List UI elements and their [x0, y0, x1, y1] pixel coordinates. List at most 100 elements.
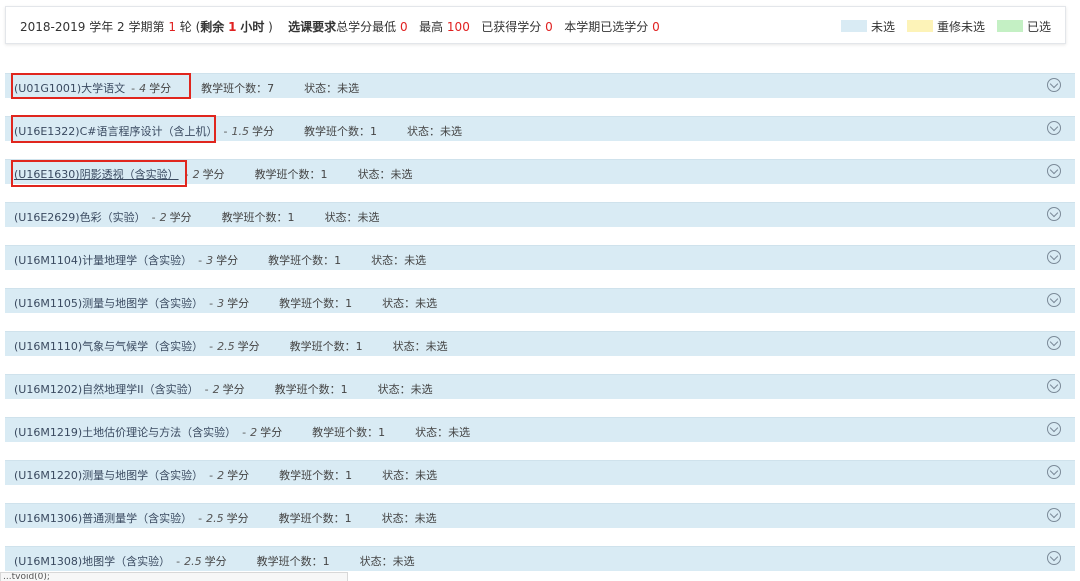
selected-credit-value: 0 — [652, 20, 660, 34]
expand-chevron-icon[interactable] — [1047, 250, 1061, 264]
course-row[interactable]: (U16E1630)阴影透视（含实验） -2 学分 教学班个数：1 状态：未选 — [5, 159, 1075, 184]
course-credit: 2 — [192, 168, 200, 181]
course-row[interactable]: (U01G1001)大学语文 -4 学分 教学班个数：7 状态：未选 — [5, 73, 1075, 98]
remaining-unit: 小时 — [240, 20, 265, 34]
credit-separator: - — [176, 555, 181, 568]
credit-unit: 学分 — [222, 383, 245, 396]
course-status: 状态：未选 — [359, 555, 415, 568]
expand-chevron-icon[interactable] — [1047, 422, 1061, 436]
course-title[interactable]: (U01G1001)大学语文 — [14, 82, 125, 95]
requirement-label: 选课要求 — [288, 20, 337, 34]
class-count: 教学班个数：1 — [278, 512, 352, 525]
round-unit: 轮 ( — [179, 20, 201, 34]
course-title[interactable]: (U16M1110)气象与气候学（含实验） — [14, 340, 203, 353]
course-row-content: (U16E1630)阴影透视（含实验） -2 学分 教学班个数：1 状态：未选 — [14, 166, 413, 182]
expand-chevron-icon[interactable] — [1047, 336, 1061, 350]
legend-swatch — [906, 20, 933, 32]
class-count: 教学班个数：1 — [279, 297, 353, 310]
credit-separator: - — [198, 254, 203, 267]
expand-chevron-icon[interactable] — [1047, 121, 1061, 135]
course-row-content: (U16E1322)C#语言程序设计（含上机） -1.5 学分 教学班个数：1 状态：未… — [14, 123, 462, 139]
earned-credit-value: 0 — [545, 20, 553, 34]
credit-unit: 学分 — [204, 555, 227, 568]
expand-chevron-icon[interactable] — [1047, 78, 1061, 92]
course-status: 状态：未选 — [304, 82, 360, 95]
expand-chevron-icon[interactable] — [1047, 465, 1061, 479]
credit-unit: 学分 — [216, 254, 239, 267]
selection-summary-bar: 2018-2019 学年 2 学期第 1 轮 (剩余 1 小时 ) 选课要求总学… — [5, 6, 1066, 44]
course-credit: 2 — [212, 383, 220, 396]
course-status: 状态：未选 — [371, 254, 427, 267]
min-credit-value: 0 — [399, 20, 408, 34]
credit-separator: - — [198, 512, 203, 525]
course-row[interactable]: (U16M1104)计量地理学（含实验） -3 学分 教学班个数：1 状态：未选 — [5, 245, 1075, 270]
course-title[interactable]: (U16M1202)自然地理学II（含实验） — [14, 383, 199, 396]
course-row[interactable]: (U16M1306)普通测量学（含实验） -2.5 学分 教学班个数：1 状态：未选 — [5, 503, 1075, 528]
course-credit: 2.5 — [217, 340, 235, 353]
course-title[interactable]: (U16M1219)土地估价理论与方法（含实验） — [14, 426, 236, 439]
class-count: 教学班个数：1 — [254, 168, 328, 181]
remaining-hours: 1 — [228, 20, 237, 34]
course-credit: 2 — [217, 469, 225, 482]
credit-unit: 学分 — [227, 469, 250, 482]
class-count: 教学班个数：1 — [303, 125, 377, 138]
course-row[interactable]: (U16M1219)土地估价理论与方法（含实验） -2 学分 教学班个数：1 状态：未选 — [5, 417, 1075, 442]
credit-separator: - — [209, 297, 214, 310]
course-credit: 1.5 — [231, 125, 249, 138]
expand-chevron-icon[interactable] — [1047, 207, 1061, 221]
course-status: 状态：未选 — [382, 297, 438, 310]
credit-separator: - — [151, 211, 156, 224]
course-title[interactable]: (U16E2629)色彩（实验） — [14, 211, 146, 224]
legend-swatch — [840, 20, 867, 32]
course-row[interactable]: (U16E1322)C#语言程序设计（含上机） -1.5 学分 教学班个数：1 状态：未… — [5, 116, 1075, 141]
expand-chevron-icon[interactable] — [1047, 293, 1061, 307]
course-credit: 4 — [139, 82, 147, 95]
course-row[interactable]: (U16M1110)气象与气候学（含实验） -2.5 学分 教学班个数：1 状态：未选 — [5, 331, 1075, 356]
credit-unit: 学分 — [260, 426, 283, 439]
course-title[interactable]: (U16M1308)地图学（含实验） — [14, 555, 170, 568]
course-row-content: (U16M1220)测量与地图学（含实验） -2 学分 教学班个数：1 状态：未选 — [14, 467, 437, 483]
course-title[interactable]: (U16M1105)测量与地图学（含实验） — [14, 297, 203, 310]
credit-separator: - — [131, 82, 136, 95]
credit-unit: 学分 — [227, 297, 250, 310]
selected-credit-label: 本学期已选学分 — [564, 20, 649, 34]
class-count: 教学班个数：1 — [256, 555, 330, 568]
course-row-content: (U16M1308)地图学（含实验） -2.5 学分 教学班个数：1 状态：未选 — [14, 553, 415, 569]
legend-label: 已选 — [1026, 20, 1051, 34]
course-row[interactable]: (U16E2629)色彩（实验） -2 学分 教学班个数：1 状态：未选 — [5, 202, 1075, 227]
class-count: 教学班个数：1 — [279, 469, 353, 482]
course-title[interactable]: (U16M1220)测量与地图学（含实验） — [14, 469, 203, 482]
course-row-content: (U01G1001)大学语文 -4 学分 教学班个数：7 状态：未选 — [14, 80, 359, 96]
legend-swatch — [996, 20, 1023, 32]
course-row-content: (U16M1202)自然地理学II（含实验） -2 学分 教学班个数：1 状态：未选 — [14, 381, 433, 397]
class-count: 教学班个数：1 — [221, 211, 295, 224]
credit-unit: 学分 — [202, 168, 225, 181]
expand-chevron-icon[interactable] — [1047, 164, 1061, 178]
expand-chevron-icon[interactable] — [1047, 508, 1061, 522]
max-credit-label: 最高 — [419, 20, 444, 34]
course-status: 状态：未选 — [415, 426, 471, 439]
course-title[interactable]: (U16E1630)阴影透视（含实验） — [14, 168, 179, 181]
course-title[interactable]: (U16M1306)普通测量学（含实验） — [14, 512, 192, 525]
course-status: 状态：未选 — [382, 469, 438, 482]
class-count: 教学班个数：1 — [274, 383, 348, 396]
course-title[interactable]: (U16E1322)C#语言程序设计（含上机） — [14, 125, 217, 138]
credit-unit: 学分 — [226, 512, 249, 525]
course-row[interactable]: (U16M1202)自然地理学II（含实验） -2 学分 教学班个数：1 状态：未选 — [5, 374, 1075, 399]
expand-chevron-icon[interactable] — [1047, 379, 1061, 393]
credit-unit: 学分 — [251, 125, 274, 138]
credit-unit: 学分 — [149, 82, 172, 95]
course-title[interactable]: (U16M1104)计量地理学（含实验） — [14, 254, 192, 267]
course-row[interactable]: (U16M1105)测量与地图学（含实验） -3 学分 教学班个数：1 状态：未选 — [5, 288, 1075, 313]
credit-separator: - — [184, 168, 189, 181]
status-legend: 未选 重修未选 已选 — [829, 18, 1051, 35]
credit-separator: - — [204, 383, 209, 396]
credit-unit: 学分 — [237, 340, 260, 353]
max-credit-value: 100 — [446, 20, 470, 34]
earned-credit-label: 已获得学分 — [481, 20, 542, 34]
course-row[interactable]: (U16M1220)测量与地图学（含实验） -2 学分 教学班个数：1 状态：未选 — [5, 460, 1075, 485]
class-count: 教学班个数：7 — [201, 82, 275, 95]
course-status: 状态：未选 — [377, 383, 433, 396]
expand-chevron-icon[interactable] — [1047, 551, 1061, 565]
course-row[interactable]: (U16M1308)地图学（含实验） -2.5 学分 教学班个数：1 状态：未选 — [5, 546, 1075, 571]
